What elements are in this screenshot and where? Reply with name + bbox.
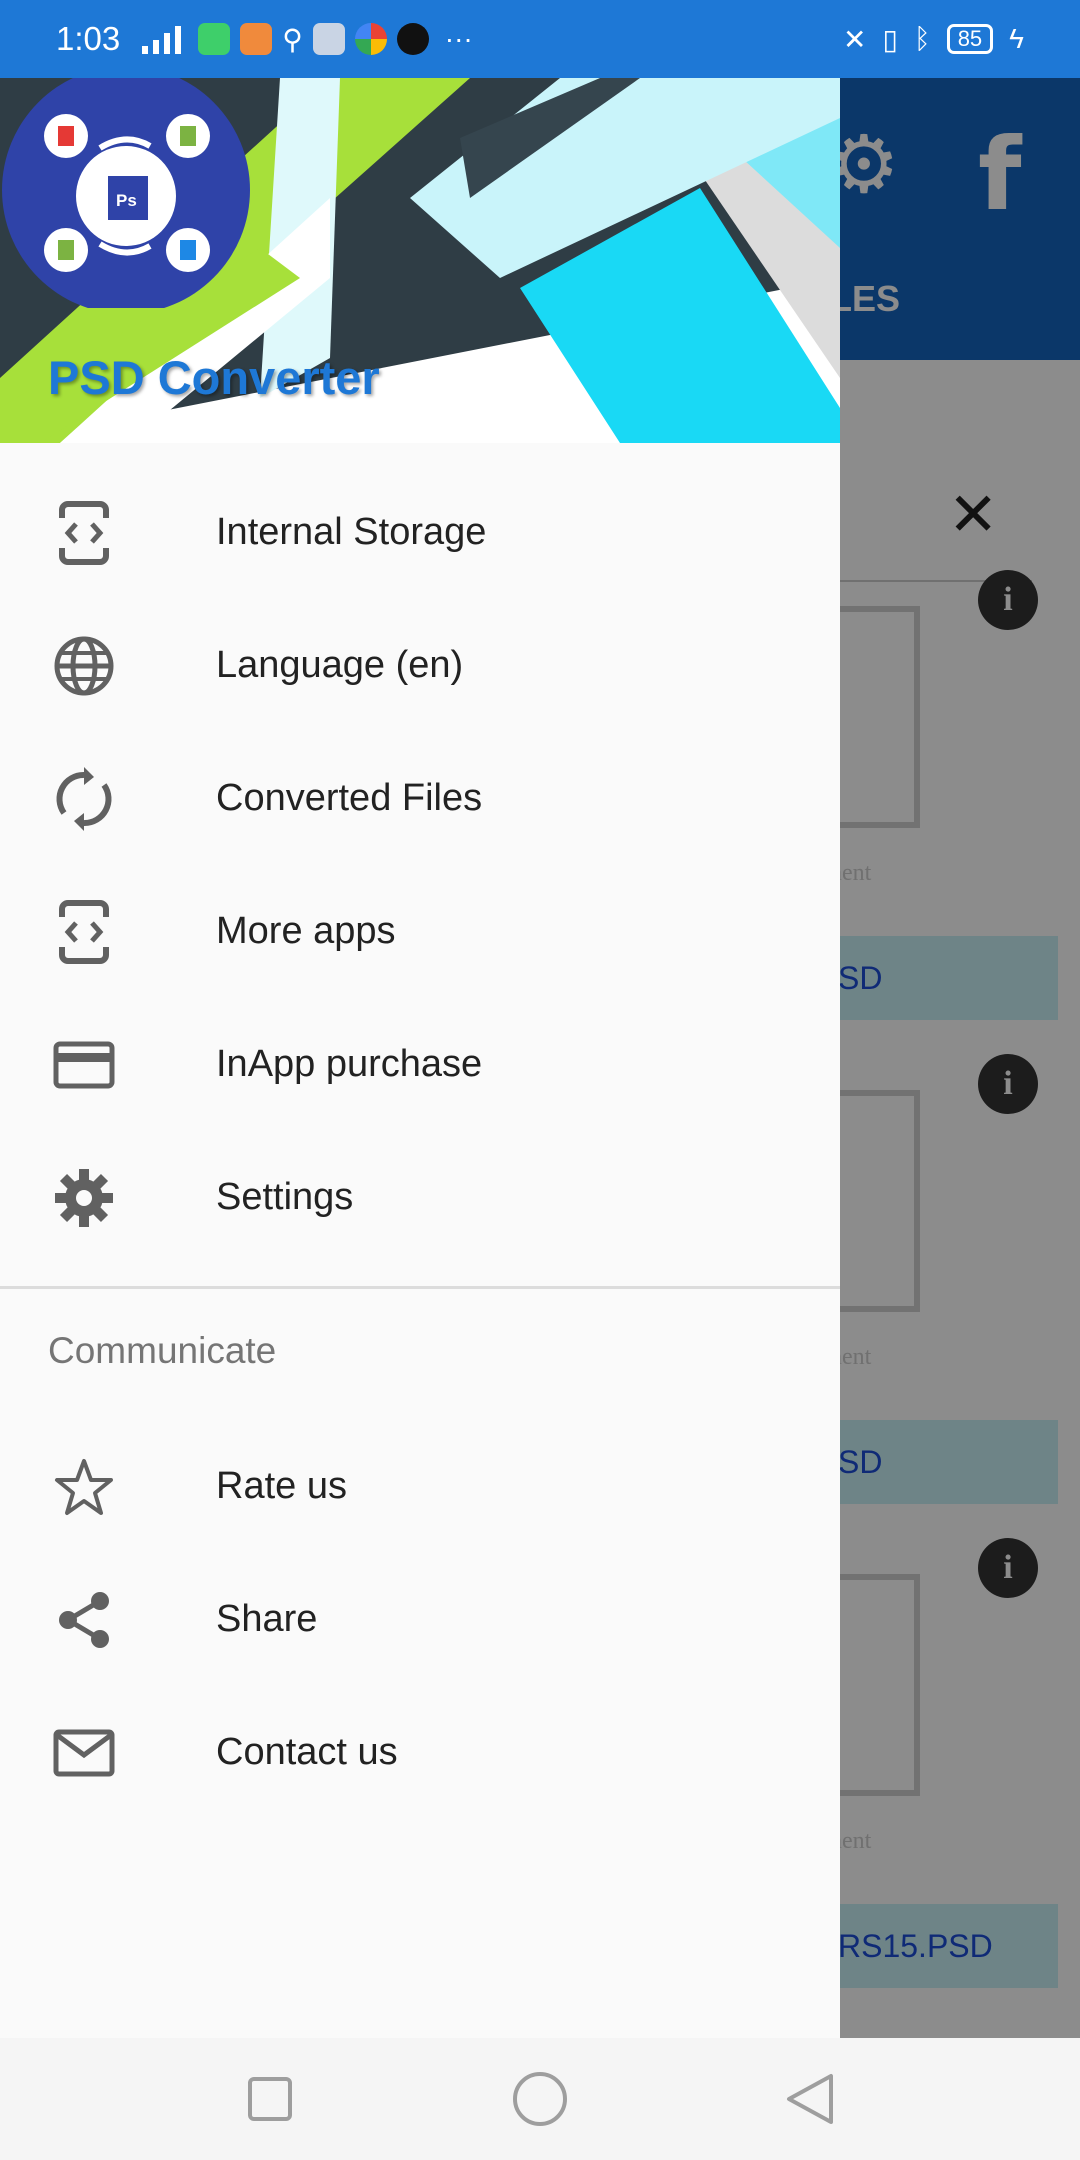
photos-app-icon [354,23,387,55]
status-signal-group: ⚲ ··· [142,23,473,56]
menu-item-inapp-purchase[interactable]: InApp purchase [0,998,840,1131]
signal-icon [142,26,182,54]
drawer-divider [0,1286,840,1289]
navigation-drawer: Ps PSD Converter Internal Storage Langua… [0,78,840,2038]
menu-label: Rate us [216,1465,347,1507]
menu-label: Contact us [216,1731,398,1773]
menu-item-internal-storage[interactable]: Internal Storage [0,466,840,599]
home-button[interactable] [480,2038,600,2160]
back-button[interactable] [750,2038,870,2160]
menu-item-settings[interactable]: Settings [0,1131,840,1264]
status-time: 1:03 [56,20,121,57]
menu-item-more-apps[interactable]: More apps [0,865,840,998]
usb-icon: ⚲ [282,23,303,55]
vibrate-icon: ▯ [882,23,898,55]
menu-label: Converted Files [216,777,483,819]
status-bar: 1:03 ⚲ ··· ✕ ▯ ᛒ 85 ϟ [0,0,1080,78]
more-notifications-icon: ··· [444,23,473,54]
sync-icon [50,765,118,833]
menu-item-share[interactable]: Share [0,1553,840,1686]
charging-icon: ϟ [1009,23,1024,54]
credit-card-icon [50,1031,118,1099]
menu-label: Internal Storage [216,511,487,553]
menu-item-rate-us[interactable]: Rate us [0,1420,840,1553]
menu-label: InApp purchase [216,1043,483,1085]
code-brackets-icon [50,898,118,966]
menu-item-contact-us[interactable]: Contact us [0,1686,840,1819]
menu-item-converted-files[interactable]: Converted Files [0,732,840,865]
menu-label: More apps [216,910,396,952]
back-icon [787,2074,833,2124]
clock-app-icon [396,23,429,55]
code-brackets-icon [50,499,118,567]
menu-label: Language (en) [216,644,464,686]
section-title-communicate: Communicate [48,1330,277,1371]
app-title: PSD Converter [48,351,380,404]
status-right-group: ✕ ▯ ᛒ 85 ϟ [843,23,1024,56]
mail-icon [50,1719,118,1787]
bluetooth-icon: ᛒ [913,23,931,54]
battery-icon: 85 [946,24,994,54]
recents-icon [248,2077,292,2121]
messages-app-icon [198,23,231,55]
star-icon [50,1453,118,1521]
svg-text:Ps: Ps [116,191,137,210]
app-logo: Ps [2,78,250,308]
battery-level: 85 [957,26,983,51]
share-icon [50,1586,118,1654]
menu-item-language[interactable]: Language (en) [0,599,840,732]
system-nav-bar [0,2038,1080,2160]
globe-icon [50,632,118,700]
home-icon [513,2072,567,2126]
recents-button[interactable] [210,2038,330,2160]
drawer-header: Ps PSD Converter [0,78,840,443]
menu-label: Settings [216,1176,354,1218]
drive-app-icon [312,23,345,55]
gear-icon [50,1164,118,1232]
vibrate-off-icon: ✕ [842,23,867,55]
menu-label: Share [216,1598,318,1640]
health-app-icon [240,23,273,55]
